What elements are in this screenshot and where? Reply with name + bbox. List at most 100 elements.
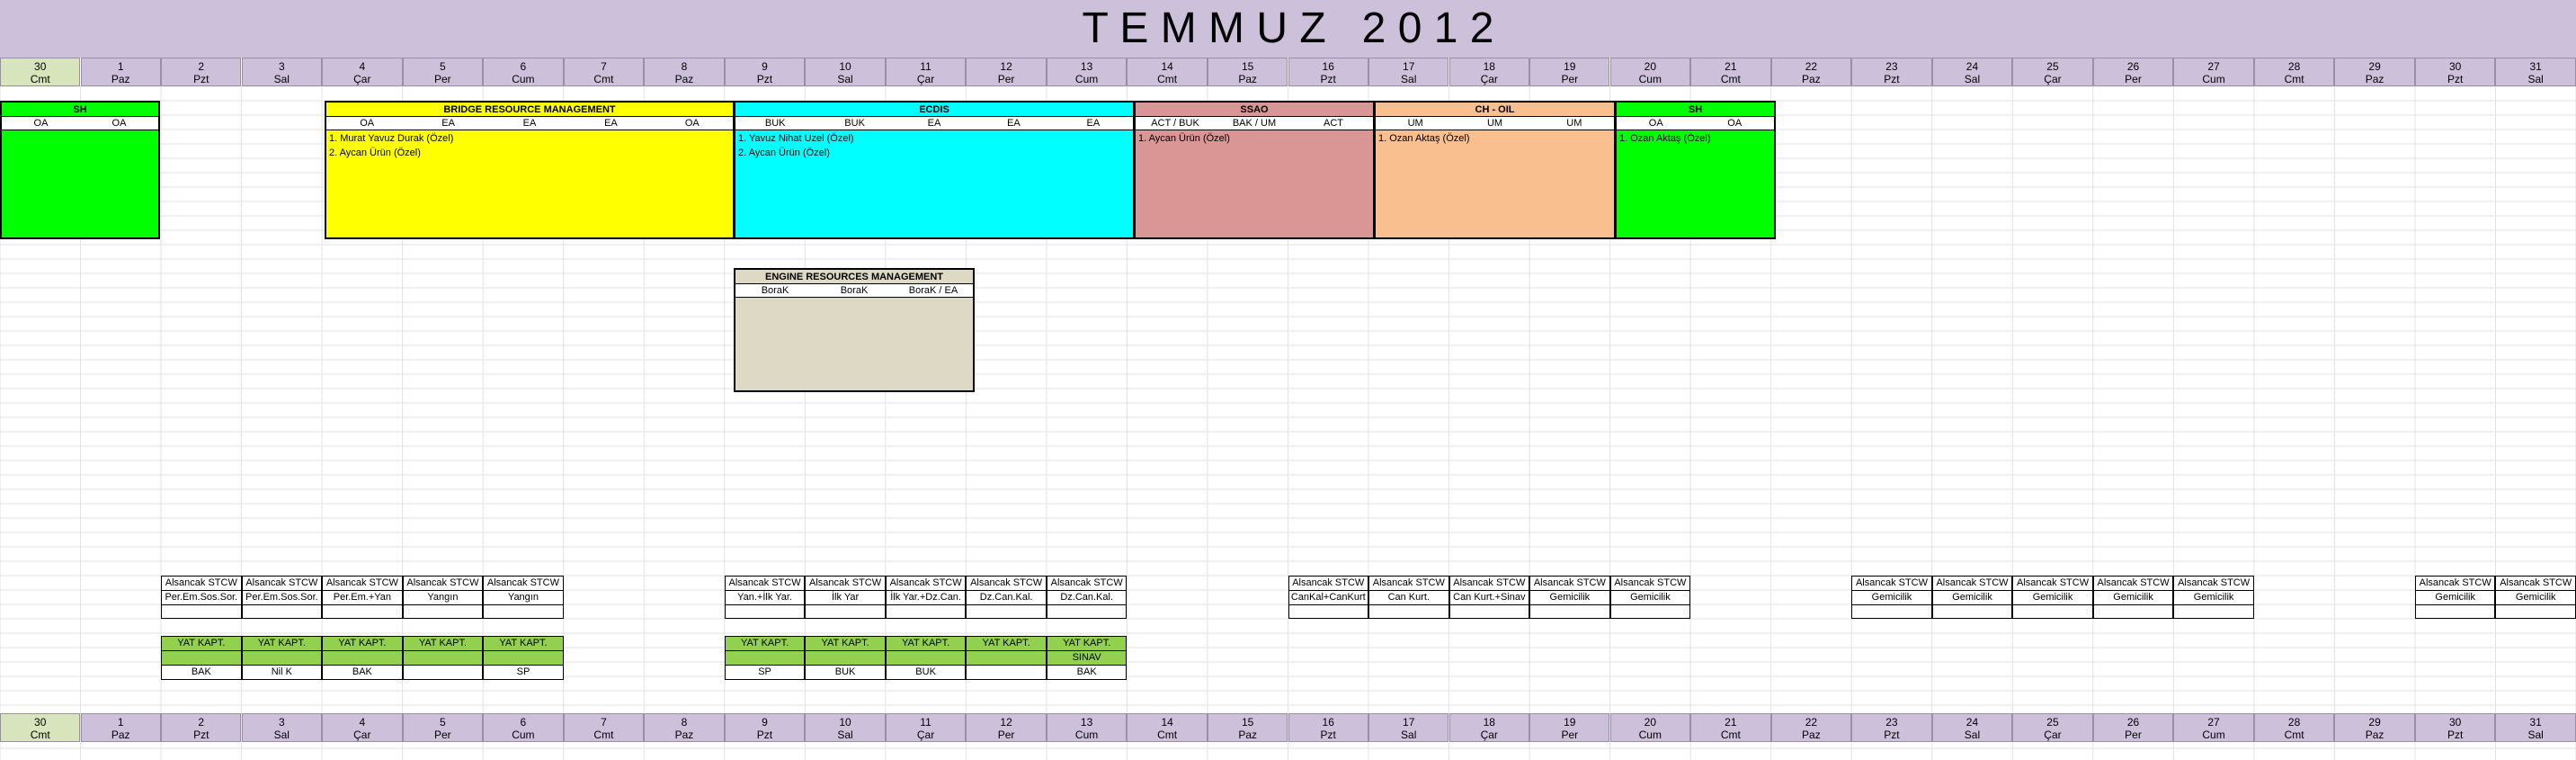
- day-header-cell[interactable]: 18 Çar: [1448, 58, 1529, 86]
- day-header-cell[interactable]: 11 Çar: [885, 713, 967, 742]
- stcw-blank-cell[interactable]: [885, 604, 967, 619]
- stcw-blank-cell[interactable]: [805, 604, 886, 619]
- stcw-topic-cell[interactable]: Gemicilik: [1931, 590, 2013, 605]
- yat-extra-cell[interactable]: [161, 650, 242, 666]
- day-header-cell[interactable]: 26 Per: [2092, 713, 2174, 742]
- stcw-label-cell[interactable]: Alsancak STCW: [724, 576, 806, 591]
- yat-kapt-cell[interactable]: YAT KAPT.: [805, 636, 886, 651]
- stcw-label-cell[interactable]: Alsancak STCW: [1529, 576, 1610, 591]
- yat-extra-cell[interactable]: [966, 650, 1047, 666]
- stcw-blank-cell[interactable]: [161, 604, 242, 619]
- stcw-topic-cell[interactable]: Per.Em.Sos.Sor.: [161, 590, 242, 605]
- stcw-blank-cell[interactable]: [1448, 604, 1530, 619]
- day-header-cell[interactable]: 25 Çar: [2012, 713, 2093, 742]
- day-header-cell[interactable]: 14 Cmt: [1127, 58, 1208, 86]
- day-header-cell[interactable]: 16 Pzt: [1288, 713, 1368, 742]
- stcw-label-cell[interactable]: Alsancak STCW: [161, 576, 242, 591]
- day-header-cell[interactable]: 30 Cmt: [0, 713, 81, 742]
- day-header-cell[interactable]: 24 Sal: [1931, 713, 2013, 742]
- yat-kapt-cell[interactable]: YAT KAPT.: [724, 636, 806, 651]
- stcw-topic-cell[interactable]: Can Kurt.: [1368, 590, 1449, 605]
- day-header-cell[interactable]: 13 Cum: [1046, 58, 1128, 86]
- stcw-blank-cell[interactable]: [241, 604, 323, 619]
- stcw-topic-cell[interactable]: Can Kurt.+Sinav: [1448, 590, 1530, 605]
- day-header-cell[interactable]: 19 Per: [1529, 58, 1610, 86]
- day-header-cell[interactable]: 27 Cum: [2173, 713, 2254, 742]
- yat-instructor-cell[interactable]: BAK: [1046, 665, 1128, 680]
- day-header-cell[interactable]: 11 Çar: [885, 58, 967, 86]
- day-header-cell[interactable]: 22 Paz: [1770, 713, 1852, 742]
- day-header-cell[interactable]: 2 Pzt: [161, 713, 242, 742]
- stcw-blank-cell[interactable]: [2012, 604, 2093, 619]
- stcw-topic-cell[interactable]: CanKal+CanKurt: [1288, 590, 1369, 605]
- yat-kapt-cell[interactable]: YAT KAPT.: [322, 636, 403, 651]
- day-header-cell[interactable]: 10 Sal: [805, 58, 886, 86]
- stcw-label-cell[interactable]: Alsancak STCW: [2092, 576, 2174, 591]
- day-header-cell[interactable]: 23 Pzt: [1851, 58, 1932, 86]
- stcw-blank-cell[interactable]: [322, 604, 403, 619]
- stcw-blank-cell[interactable]: [1288, 604, 1369, 619]
- stcw-topic-cell[interactable]: Yangın: [483, 590, 564, 605]
- day-header-cell[interactable]: 30 Cmt: [0, 58, 81, 86]
- stcw-topic-cell[interactable]: İlk Yar: [805, 590, 886, 605]
- stcw-blank-cell[interactable]: [483, 604, 564, 619]
- stcw-topic-cell[interactable]: Gemicilik: [2012, 590, 2093, 605]
- stcw-label-cell[interactable]: Alsancak STCW: [402, 576, 484, 591]
- stcw-label-cell[interactable]: Alsancak STCW: [2495, 576, 2576, 591]
- yat-instructor-cell[interactable]: BUK: [885, 665, 967, 680]
- stcw-label-cell[interactable]: Alsancak STCW: [1609, 576, 1691, 591]
- stcw-label-cell[interactable]: Alsancak STCW: [966, 576, 1047, 591]
- stcw-topic-cell[interactable]: Dz.Can.Kal.: [1046, 590, 1128, 605]
- yat-kapt-cell[interactable]: YAT KAPT.: [241, 636, 323, 651]
- yat-instructor-cell[interactable]: SP: [724, 665, 806, 680]
- stcw-label-cell[interactable]: Alsancak STCW: [483, 576, 564, 591]
- yat-instructor-cell[interactable]: BUK: [805, 665, 886, 680]
- stcw-topic-cell[interactable]: Gemicilik: [2092, 590, 2174, 605]
- day-header-cell[interactable]: 17 Sal: [1368, 58, 1449, 86]
- stcw-blank-cell[interactable]: [1368, 604, 1449, 619]
- yat-instructor-cell[interactable]: BAK: [322, 665, 403, 680]
- day-header-cell[interactable]: 28 Cmt: [2253, 58, 2335, 86]
- stcw-topic-cell[interactable]: Per.Em.Sos.Sor.: [241, 590, 323, 605]
- stcw-label-cell[interactable]: Alsancak STCW: [1288, 576, 1369, 591]
- day-header-cell[interactable]: 7 Cmt: [563, 713, 645, 742]
- stcw-label-cell[interactable]: Alsancak STCW: [885, 576, 967, 591]
- day-header-cell[interactable]: 16 Pzt: [1288, 58, 1368, 86]
- day-header-cell[interactable]: 30 Pzt: [2414, 58, 2496, 86]
- course-box-erm[interactable]: ENGINE RESOURCES MANAGEMENT BoraK BoraK Bo…: [734, 268, 975, 392]
- day-header-cell[interactable]: 7 Cmt: [563, 58, 645, 86]
- day-header-cell[interactable]: 2 Pzt: [161, 58, 242, 86]
- course-box-sh-2[interactable]: SH OA OA 1. Ozan Aktaş (Özel): [1615, 101, 1776, 239]
- course-box-brm[interactable]: BRIDGE RESOURCE MANAGEMENT OA EA EA EA OA 1.…: [325, 101, 735, 239]
- yat-instructor-cell[interactable]: [402, 665, 484, 680]
- day-header-cell[interactable]: 13 Cum: [1046, 713, 1128, 742]
- stcw-label-cell[interactable]: Alsancak STCW: [2414, 576, 2496, 591]
- stcw-label-cell[interactable]: Alsancak STCW: [2173, 576, 2254, 591]
- day-header-cell[interactable]: 5 Per: [402, 58, 484, 86]
- day-header-cell[interactable]: 18 Çar: [1448, 713, 1529, 742]
- stcw-topic-cell[interactable]: Yangın: [402, 590, 484, 605]
- stcw-label-cell[interactable]: Alsancak STCW: [1368, 576, 1449, 591]
- yat-kapt-cell[interactable]: YAT KAPT.: [885, 636, 967, 651]
- yat-extra-cell[interactable]: [885, 650, 967, 666]
- yat-kapt-cell[interactable]: YAT KAPT.: [966, 636, 1047, 651]
- day-header-cell[interactable]: 29 Paz: [2334, 713, 2415, 742]
- day-header-cell[interactable]: 19 Per: [1529, 713, 1610, 742]
- day-header-cell[interactable]: 28 Cmt: [2253, 713, 2335, 742]
- yat-extra-cell[interactable]: SINAV: [1046, 650, 1128, 666]
- day-header-cell[interactable]: 9 Pzt: [724, 58, 806, 86]
- stcw-topic-cell[interactable]: Gemicilik: [1529, 590, 1610, 605]
- day-header-cell[interactable]: 12 Per: [966, 58, 1047, 86]
- yat-kapt-cell[interactable]: YAT KAPT.: [1046, 636, 1128, 651]
- day-header-cell[interactable]: 25 Çar: [2012, 58, 2093, 86]
- stcw-topic-cell[interactable]: Dz.Can.Kal.: [966, 590, 1047, 605]
- day-header-cell[interactable]: 10 Sal: [805, 713, 886, 742]
- stcw-label-cell[interactable]: Alsancak STCW: [1931, 576, 2013, 591]
- day-header-cell[interactable]: 1 Paz: [80, 713, 161, 742]
- stcw-blank-cell[interactable]: [724, 604, 806, 619]
- stcw-topic-cell[interactable]: Gemicilik: [1851, 590, 1932, 605]
- course-box-ch-oil[interactable]: CH - OIL UM UM UM 1. Ozan Aktaş (Özel): [1374, 101, 1616, 239]
- day-header-cell[interactable]: 22 Paz: [1770, 58, 1852, 86]
- day-header-cell[interactable]: 9 Pzt: [724, 713, 806, 742]
- stcw-blank-cell[interactable]: [2495, 604, 2576, 619]
